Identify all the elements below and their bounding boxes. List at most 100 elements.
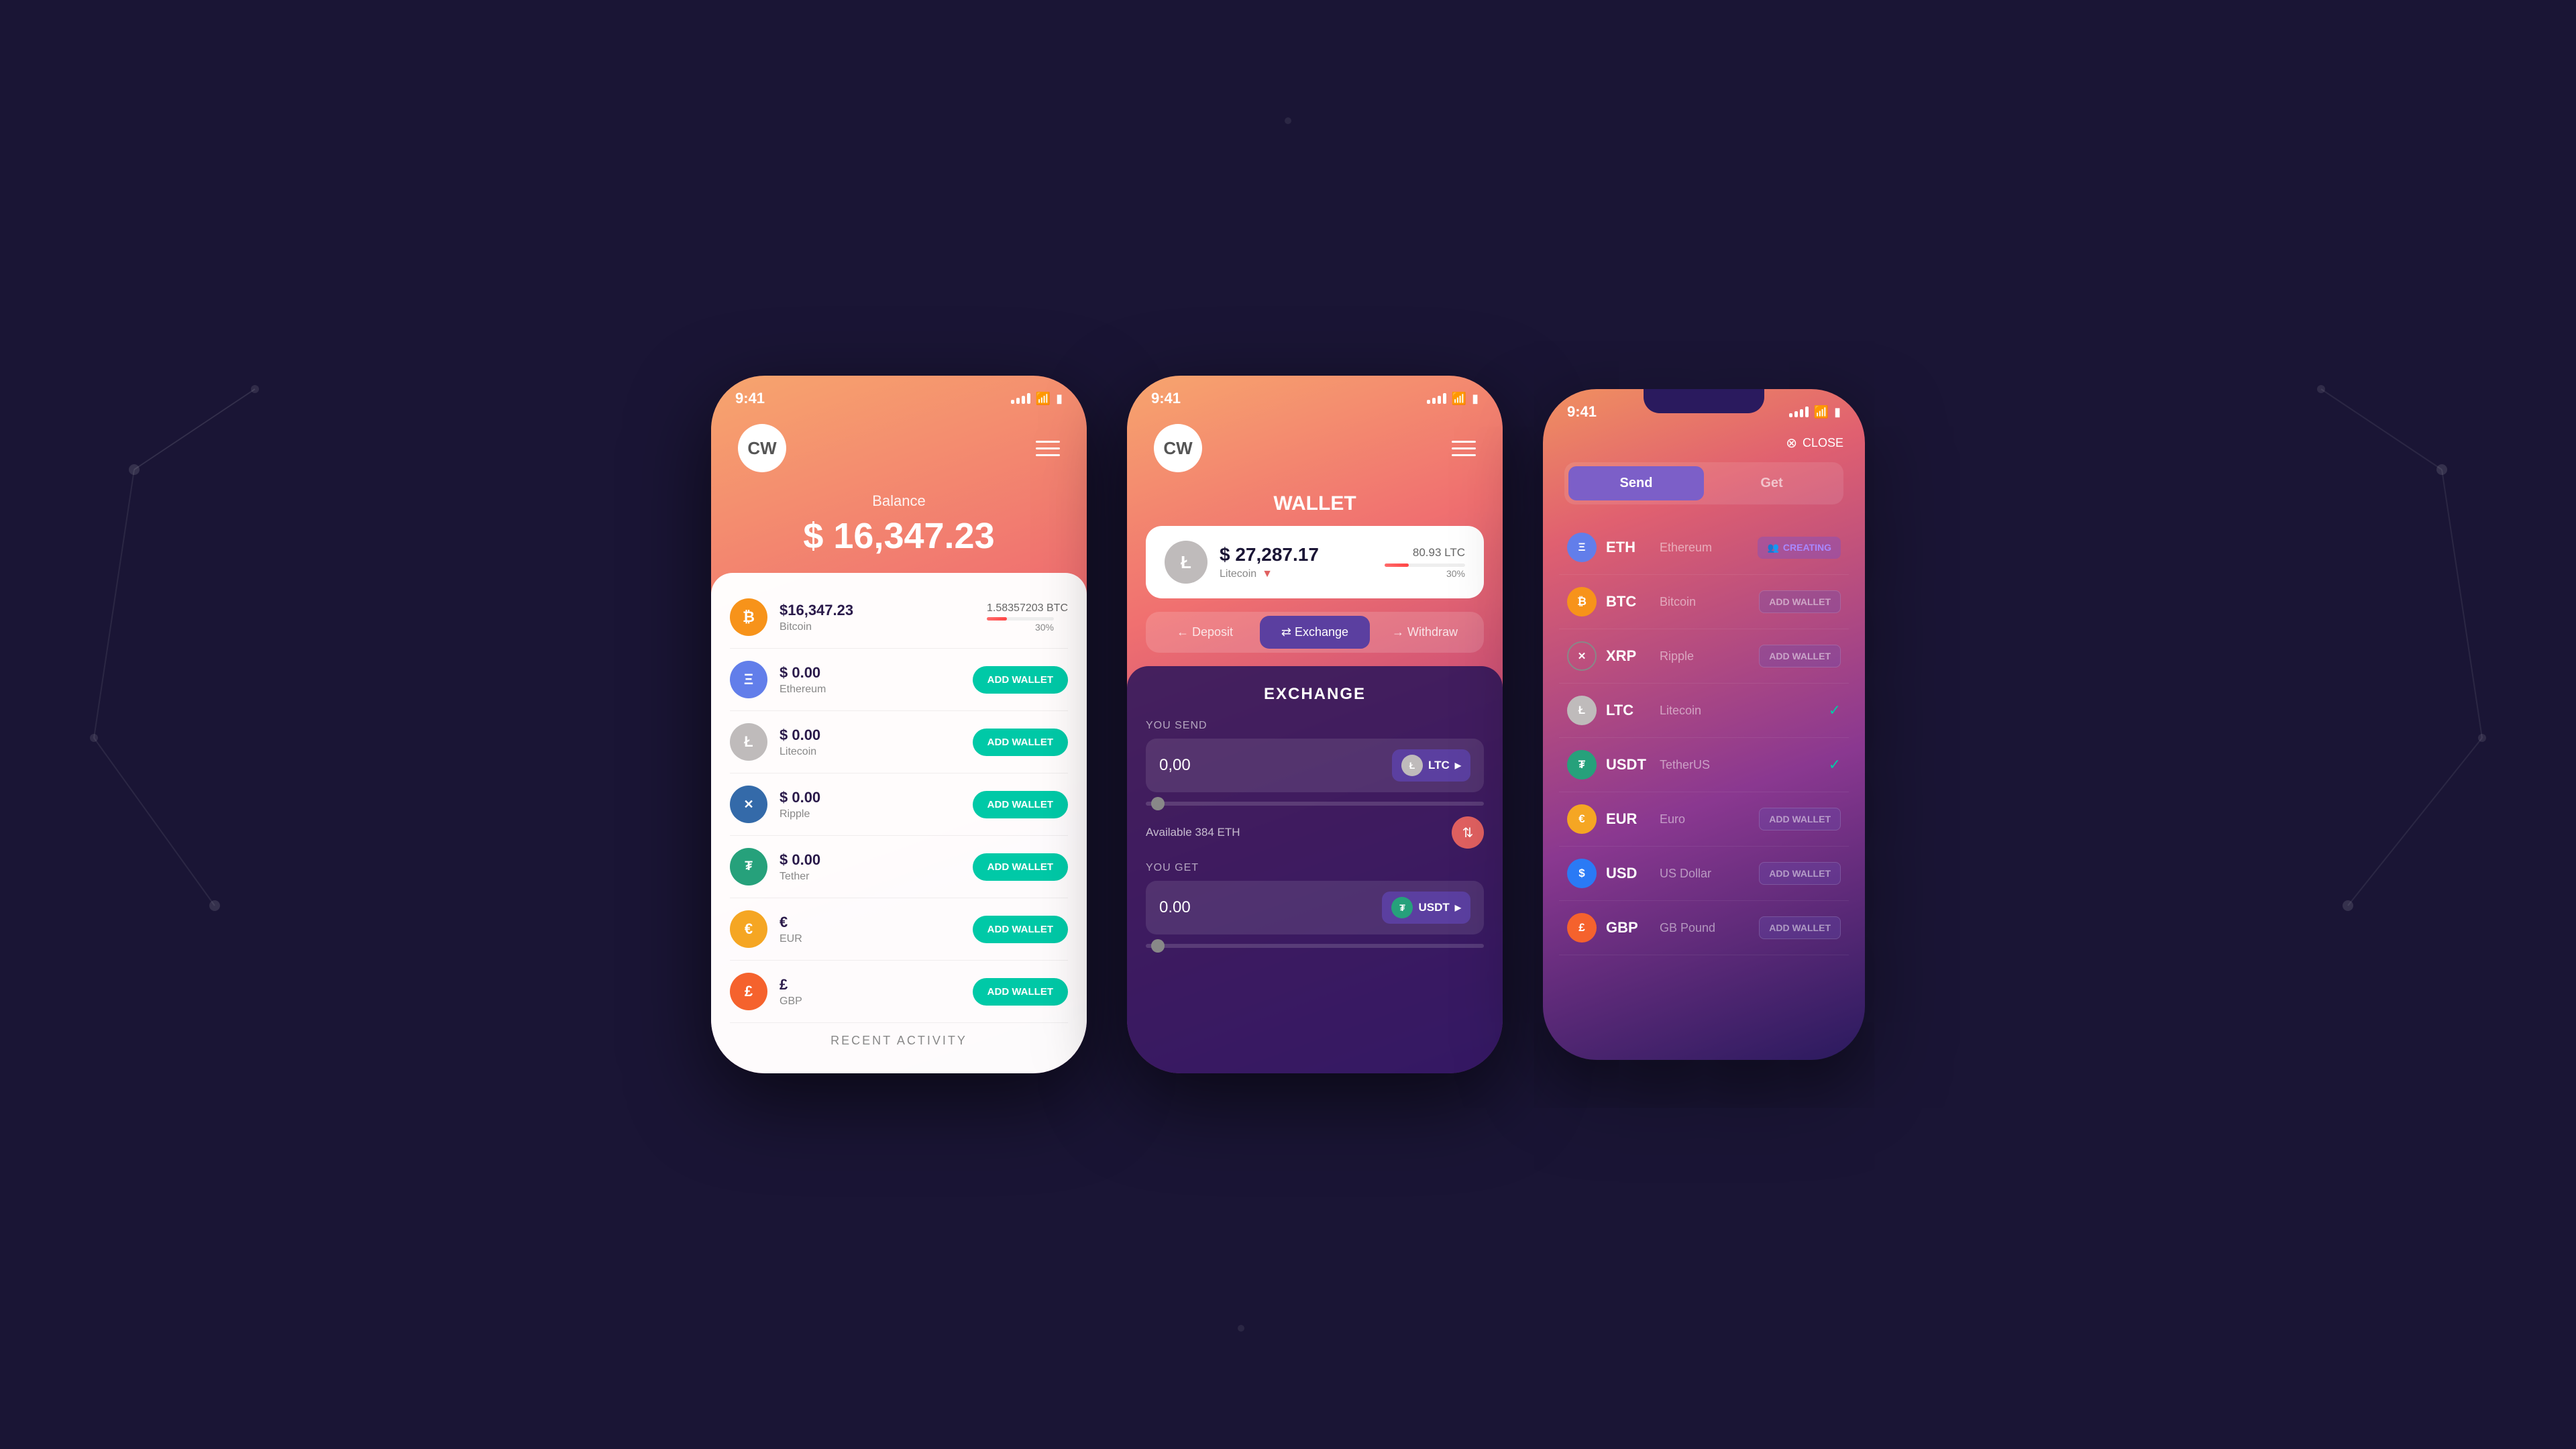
add-wallet-eur-button[interactable]: ADD WALLET [973,916,1068,943]
xrp-ticker: XRP [1606,647,1660,665]
add-wallet-gbp-button[interactable]: ADD WALLET [973,978,1068,1006]
wifi-icon-2: 📶 [1452,392,1466,406]
eur-name: EUR [780,933,973,945]
status-icons-3: 📶 ▮ [1789,405,1841,419]
xrp-icon: ✕ [730,786,767,823]
exchange-panel: EXCHANGE YOU SEND 0,00 Ł LTC ▶ Available… [1127,666,1503,1073]
tether-name: Tether [780,871,973,883]
add-wallet-eth-button[interactable]: ADD WALLET [973,666,1068,694]
coin-card-amount: $ 27,287.17 [1220,544,1385,566]
wallet-info-eur: € EUR [780,914,973,945]
get-input-row: 0.00 ₮ USDT ▶ [1146,881,1484,934]
send-coin-badge[interactable]: Ł LTC ▶ [1392,749,1470,782]
wifi-icon-1: 📶 [1036,392,1051,406]
get-coin-icon: ₮ [1391,897,1413,918]
exchange-title: EXCHANGE [1146,685,1484,704]
eth-icon: Ξ [730,661,767,698]
coin-card-name: Litecoin ▼ [1220,568,1385,580]
gbp-full-name: GB Pound [1660,921,1759,935]
recent-activity-label: RECENT ACTIVITY [730,1023,1068,1059]
add-wallet-usd-button[interactable]: ADD WALLET [1759,862,1841,885]
wallet-info-ltc: $ 0.00 Litecoin [780,727,973,758]
gbp-ticker: GBP [1606,919,1660,936]
app-header-2: CW [1127,411,1503,486]
coin-card-progress: 30% [1385,564,1465,579]
gbp-sm-icon: £ [1567,913,1597,943]
swap-button[interactable]: ⇅ [1452,816,1484,849]
ltc-name: Litecoin [780,746,973,758]
btc-sm-icon: ₿ [1567,587,1597,616]
currency-row-ltc: Ł LTC Litecoin ✓ [1559,684,1849,738]
signal-icon-2 [1427,393,1446,404]
tab-deposit[interactable]: ← Deposit [1150,616,1260,649]
app-header-1: CW [711,411,1087,486]
balance-section: Balance $ 16,347.23 [711,486,1087,573]
tab-withdraw[interactable]: → Withdraw [1370,616,1480,649]
usd-ticker: USD [1606,865,1660,882]
eur-balance: € [780,914,973,931]
get-coin-arrow: ▶ [1455,903,1461,912]
currency-row-gbp: £ GBP GB Pound ADD WALLET [1559,901,1849,955]
wallet-title: WALLET [1127,486,1503,526]
wallet-item-eur: € € EUR ADD WALLET [730,898,1068,961]
ltc-full-name: Litecoin [1660,704,1829,718]
currency-row-eur: € EUR Euro ADD WALLET [1559,792,1849,847]
wallet-info-gbp: £ GBP [780,976,973,1008]
add-wallet-btc-button[interactable]: ADD WALLET [1759,590,1841,613]
send-slider[interactable] [1146,802,1484,806]
ltc-check-icon: ✓ [1829,702,1841,719]
close-button[interactable]: ⊗ CLOSE [1786,435,1843,451]
tab-exchange[interactable]: ⇄ Exchange [1260,616,1370,649]
available-row: Available 384 ETH ⇅ [1146,816,1484,849]
close-label: CLOSE [1803,436,1843,450]
notch-2 [1254,376,1375,400]
wallets-list: ₿ $16,347.23 Bitcoin 1.58357203 BTC 30% [711,573,1087,1073]
wallet-item-btc: ₿ $16,347.23 Bitcoin 1.58357203 BTC 30% [730,586,1068,649]
send-get-tabs: Send Get [1564,462,1843,504]
btc-ticker: BTC [1606,593,1660,610]
logo-2: CW [1154,424,1202,472]
gbp-icon: £ [730,973,767,1010]
signal-icon-1 [1011,393,1030,404]
get-value: 0.00 [1159,898,1382,917]
btc-full-name: Bitcoin [1660,595,1759,609]
eth-name: Ethereum [780,684,973,696]
add-wallet-xrp-button[interactable]: ADD WALLET [1759,645,1841,667]
btc-progress: 30% [987,617,1054,633]
menu-button-2[interactable] [1452,441,1476,456]
add-wallet-eur-button[interactable]: ADD WALLET [1759,808,1841,830]
add-wallet-xrp-button[interactable]: ADD WALLET [973,791,1068,818]
wallet-item-ltc: Ł $ 0.00 Litecoin ADD WALLET [730,711,1068,773]
send-value: 0,00 [1159,756,1392,775]
coin-card-extra: 80.93 LTC [1385,546,1465,559]
get-coin-badge[interactable]: ₮ USDT ▶ [1382,892,1470,924]
menu-button-1[interactable] [1036,441,1060,456]
usd-sm-icon: $ [1567,859,1597,888]
notch-3 [1644,389,1764,413]
wallet-item-gbp: £ £ GBP ADD WALLET [730,961,1068,1023]
currency-row-xrp: ✕ XRP Ripple ADD WALLET [1559,629,1849,684]
coin-card-info: $ 27,287.17 Litecoin ▼ [1220,544,1385,580]
btc-name: Bitcoin [780,621,987,633]
btc-icon: ₿ [730,598,767,636]
send-tab[interactable]: Send [1568,466,1704,500]
get-coin-label: USDT [1418,901,1449,914]
add-wallet-ltc-button[interactable]: ADD WALLET [973,729,1068,756]
eur-icon: € [730,910,767,948]
currency-list: Ξ ETH Ethereum 👥 CREATING ₿ BTC Bitcoin … [1543,521,1865,1060]
close-circle-icon: ⊗ [1786,435,1797,451]
get-slider[interactable] [1146,944,1484,948]
ltc-balance: $ 0.00 [780,727,973,744]
phone2: 9:41 📶 ▮ CW [1127,376,1503,1073]
btc-pct: 30% [987,622,1054,633]
add-wallet-gbp-button[interactable]: ADD WALLET [1759,916,1841,939]
xrp-full-name: Ripple [1660,649,1759,663]
tether-icon: ₮ [730,848,767,885]
balance-label: Balance [711,492,1087,510]
usd-full-name: US Dollar [1660,867,1759,881]
ltc-ticker: LTC [1606,702,1660,719]
ltc-sm-icon: Ł [1567,696,1597,725]
add-wallet-tether-button[interactable]: ADD WALLET [973,853,1068,881]
xrp-sm-icon: ✕ [1567,641,1597,671]
get-tab[interactable]: Get [1704,466,1839,500]
